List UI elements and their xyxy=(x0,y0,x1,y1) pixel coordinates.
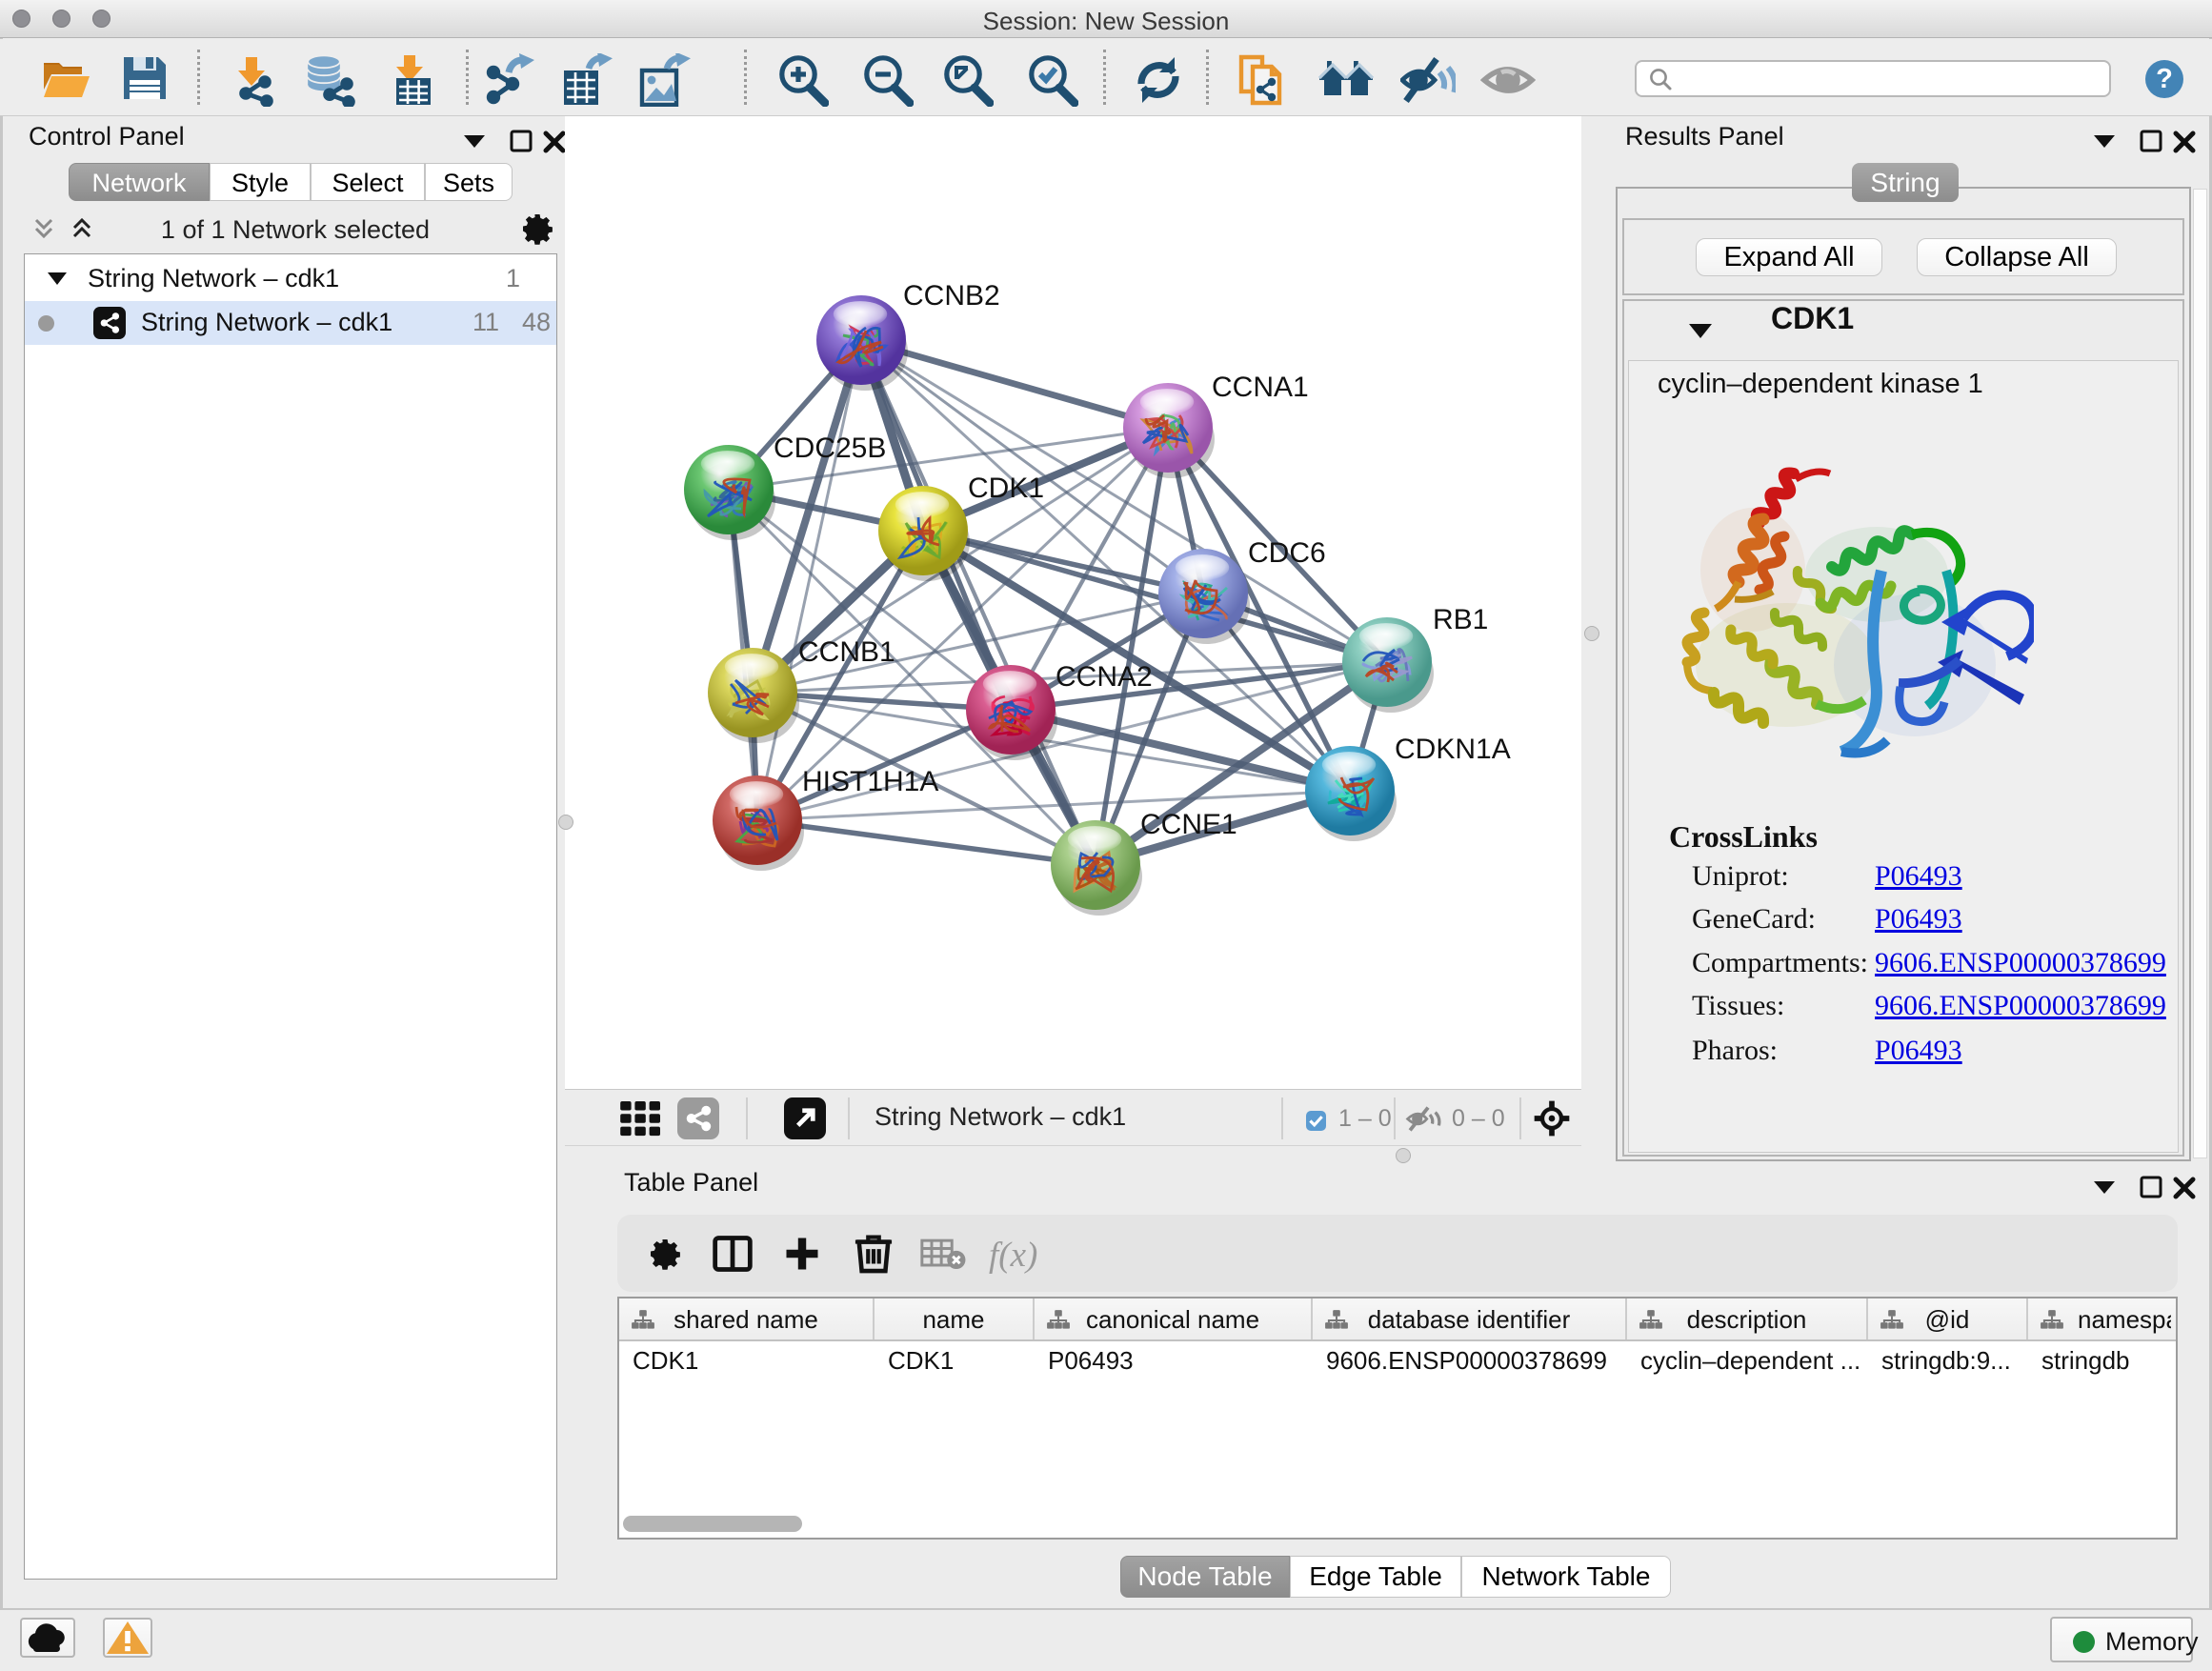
svg-text:RB1: RB1 xyxy=(1433,604,1488,635)
svg-text:CDC25B: CDC25B xyxy=(774,433,886,464)
svg-text:CCNE1: CCNE1 xyxy=(1140,809,1237,840)
svg-text:CDK1: CDK1 xyxy=(968,473,1044,504)
svg-text:CDKN1A: CDKN1A xyxy=(1395,734,1511,765)
svg-text:CCNA1: CCNA1 xyxy=(1212,372,1309,403)
svg-text:CCNA2: CCNA2 xyxy=(1056,661,1153,693)
svg-text:HIST1H1A: HIST1H1A xyxy=(802,766,938,797)
svg-text:CDC6: CDC6 xyxy=(1248,537,1326,569)
svg-text:CCNB1: CCNB1 xyxy=(798,636,895,668)
svg-text:CCNB2: CCNB2 xyxy=(903,280,1000,312)
